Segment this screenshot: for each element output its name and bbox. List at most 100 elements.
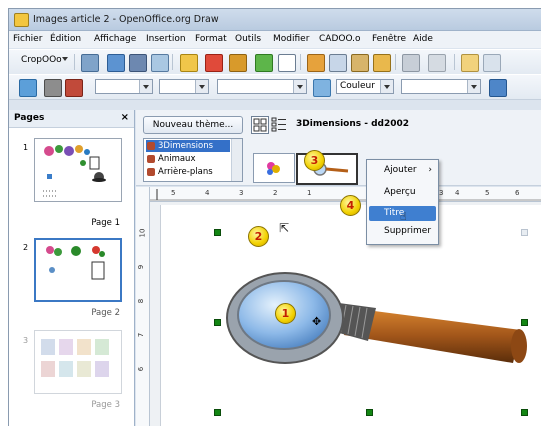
line-color-select[interactable] bbox=[217, 79, 307, 94]
theme-icon bbox=[147, 168, 155, 176]
ruler-mark: 10 bbox=[138, 228, 147, 238]
annotation-badge-2: 2 bbox=[248, 226, 269, 247]
fill-type-select[interactable]: Couleur bbox=[336, 79, 394, 94]
cropooo-button[interactable]: CropOOo bbox=[21, 55, 62, 65]
page-thumbnail-1[interactable] bbox=[34, 138, 122, 202]
app-window: Images article 2 - OpenOffice.org Draw F… bbox=[8, 8, 541, 426]
fill-color-select[interactable] bbox=[401, 79, 481, 94]
theme-label: Animaux bbox=[158, 154, 196, 164]
theme-list[interactable]: 3Dimensions Animaux Arrière-plans bbox=[143, 138, 243, 182]
drawing-page[interactable]: ✥ ⇱ bbox=[160, 205, 541, 426]
menu-cadoo[interactable]: CADOO.o bbox=[319, 34, 361, 44]
area-icon[interactable] bbox=[313, 79, 331, 97]
clone-format-icon[interactable] bbox=[373, 54, 391, 72]
undo-icon[interactable] bbox=[402, 54, 420, 72]
annotation-badge-1: 1 bbox=[275, 303, 296, 324]
print-icon[interactable] bbox=[229, 54, 247, 72]
autospell-icon[interactable] bbox=[278, 54, 296, 72]
menu-edition[interactable]: Édition bbox=[50, 34, 81, 44]
annotation-badge-4: 4 bbox=[340, 195, 361, 216]
selection-handle[interactable] bbox=[214, 229, 221, 236]
menu-fenetre[interactable]: Fenêtre bbox=[372, 34, 406, 44]
pages-panel-title: Pages bbox=[14, 113, 45, 123]
theme-item[interactable]: 3Dimensions bbox=[146, 140, 230, 152]
detail-view-icon[interactable] bbox=[271, 116, 287, 132]
menu-modifier[interactable]: Modifier bbox=[273, 34, 309, 44]
gallery-item[interactable] bbox=[253, 153, 295, 183]
menu-item-label: Supprimer bbox=[384, 226, 432, 236]
menu-item-supprimer[interactable]: Supprimer bbox=[369, 224, 436, 239]
theme-label: 3Dimensions bbox=[158, 141, 214, 151]
line-width-spin[interactable] bbox=[159, 79, 209, 94]
page-number: 3 bbox=[23, 336, 29, 345]
menu-affichage[interactable]: Affichage bbox=[94, 34, 136, 44]
page-label-3: Page 3 bbox=[91, 400, 120, 410]
menu-item-label: Ajouter bbox=[384, 165, 417, 175]
chart-icon[interactable] bbox=[461, 54, 479, 72]
theme-label: Arrière-plans bbox=[158, 167, 213, 177]
cropooo-dropdown-icon[interactable] bbox=[62, 57, 68, 61]
paste-icon[interactable] bbox=[351, 54, 369, 72]
new-theme-button[interactable]: Nouveau thème... bbox=[143, 116, 243, 134]
open-icon[interactable] bbox=[107, 54, 125, 72]
page-number: 1 bbox=[23, 143, 29, 152]
gallery-theme-name: 3Dimensions - dd2002 bbox=[296, 119, 410, 129]
ruler-mark: 5 bbox=[171, 189, 176, 197]
menu-item-ajouter[interactable]: Ajouter › bbox=[369, 163, 436, 178]
gallery-panel: Nouveau thème... 3Dimensions Animaux Arr… bbox=[136, 110, 541, 186]
menu-item-apercu[interactable]: Aperçu bbox=[369, 185, 436, 200]
shadow-icon[interactable] bbox=[489, 79, 507, 97]
ruler-mark: 7 bbox=[137, 332, 146, 338]
submenu-arrow-icon: › bbox=[428, 165, 432, 175]
pages-panel: Pages × 1 Page 1 2 Page 2 3 Page 3 bbox=[9, 110, 135, 426]
theme-icon bbox=[147, 155, 155, 163]
save-icon[interactable] bbox=[129, 54, 147, 72]
page-1-preview bbox=[43, 145, 106, 197]
toolbar-line-fill: Couleur bbox=[9, 74, 541, 100]
ruler-mark: 4 bbox=[455, 189, 460, 197]
ruler-mark: 6 bbox=[515, 189, 520, 197]
line-style-icon[interactable] bbox=[19, 79, 37, 97]
menu-aide[interactable]: Aide bbox=[413, 34, 433, 44]
selection-handle[interactable] bbox=[214, 409, 221, 416]
spellcheck-icon[interactable] bbox=[255, 54, 273, 72]
copy-icon[interactable] bbox=[329, 54, 347, 72]
vertical-ruler[interactable]: 10 9 8 7 6 bbox=[136, 187, 150, 426]
selection-handle[interactable] bbox=[521, 319, 528, 326]
table-icon[interactable] bbox=[483, 54, 501, 72]
theme-item[interactable]: Arrière-plans bbox=[146, 166, 230, 178]
menu-format[interactable]: Format bbox=[195, 34, 227, 44]
menu-insertion[interactable]: Insertion bbox=[146, 34, 186, 44]
selection-handle[interactable] bbox=[521, 229, 528, 236]
selection-handle[interactable] bbox=[521, 409, 528, 416]
icon-view-icon[interactable] bbox=[251, 116, 269, 134]
magnifier-image[interactable] bbox=[161, 205, 541, 426]
ruler-mark: 6 bbox=[137, 366, 146, 372]
drawing-canvas[interactable]: ✥ ⇱ bbox=[150, 202, 541, 426]
menu-bar: Fichier Édition Affichage Insertion Form… bbox=[9, 31, 541, 48]
move-cursor-icon: ✥ bbox=[312, 315, 322, 328]
theme-list-scrollbar[interactable] bbox=[231, 139, 242, 181]
theme-item[interactable]: Animaux bbox=[146, 153, 230, 165]
line-style-select[interactable] bbox=[95, 79, 153, 94]
close-icon[interactable]: × bbox=[121, 112, 129, 123]
new-icon[interactable] bbox=[81, 54, 99, 72]
ruler-mark: 5 bbox=[485, 189, 490, 197]
ruler-mark: 3 bbox=[239, 189, 244, 197]
page-thumbnail-2[interactable] bbox=[34, 238, 122, 302]
redo-icon[interactable] bbox=[428, 54, 446, 72]
selection-handle[interactable] bbox=[214, 319, 221, 326]
page-2-preview bbox=[46, 246, 105, 280]
pen-icon[interactable] bbox=[44, 79, 62, 97]
menu-fichier[interactable]: Fichier bbox=[13, 34, 42, 44]
arrow-style-icon[interactable] bbox=[65, 79, 83, 97]
export-pdf-icon[interactable] bbox=[205, 54, 223, 72]
menu-outils[interactable]: Outils bbox=[235, 34, 261, 44]
page-thumbnail-3[interactable] bbox=[34, 330, 122, 394]
title-bar: Images article 2 - OpenOffice.org Draw bbox=[9, 9, 541, 31]
selection-handle[interactable] bbox=[366, 409, 373, 416]
cut-icon[interactable] bbox=[307, 54, 325, 72]
edit-mode-icon[interactable] bbox=[180, 54, 198, 72]
ruler-mark: 4 bbox=[205, 189, 210, 197]
edit-file-icon[interactable] bbox=[151, 54, 169, 72]
